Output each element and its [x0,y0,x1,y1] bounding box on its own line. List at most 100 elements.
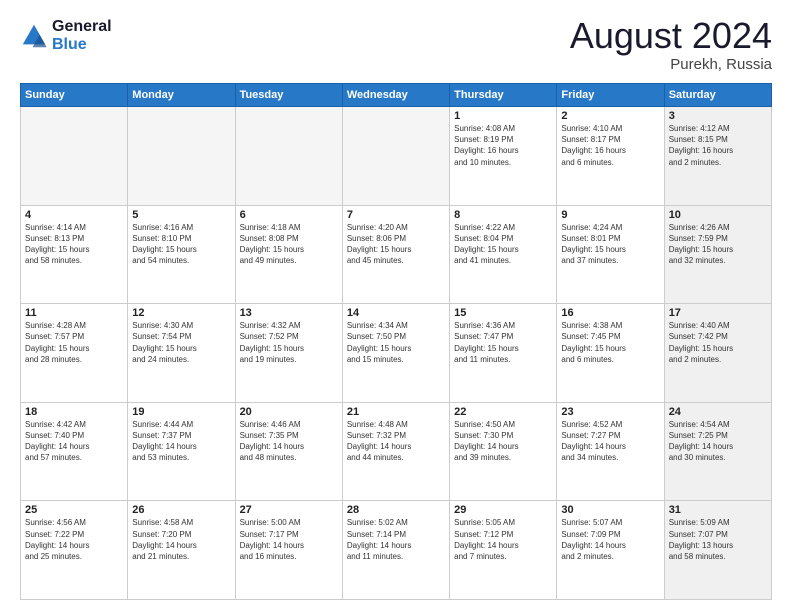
calendar-cell: 5Sunrise: 4:16 AM Sunset: 8:10 PM Daylig… [128,205,235,304]
day-number: 19 [132,406,230,418]
day-number: 9 [561,209,659,221]
day-header-friday: Friday [557,84,664,107]
calendar-cell: 10Sunrise: 4:26 AM Sunset: 7:59 PM Dayli… [664,205,771,304]
week-row-2: 4Sunrise: 4:14 AM Sunset: 8:13 PM Daylig… [21,205,772,304]
day-info: Sunrise: 4:12 AM Sunset: 8:15 PM Dayligh… [669,123,767,168]
calendar-cell: 24Sunrise: 4:54 AM Sunset: 7:25 PM Dayli… [664,402,771,501]
day-number: 16 [561,307,659,319]
calendar-cell: 14Sunrise: 4:34 AM Sunset: 7:50 PM Dayli… [342,304,449,403]
calendar-cell: 3Sunrise: 4:12 AM Sunset: 8:15 PM Daylig… [664,107,771,206]
day-header-tuesday: Tuesday [235,84,342,107]
day-number: 26 [132,504,230,516]
day-info: Sunrise: 4:56 AM Sunset: 7:22 PM Dayligh… [25,517,123,562]
day-number: 27 [240,504,338,516]
day-header-thursday: Thursday [450,84,557,107]
calendar-cell: 25Sunrise: 4:56 AM Sunset: 7:22 PM Dayli… [21,501,128,600]
subtitle: Purekh, Russia [570,56,772,73]
calendar-cell: 9Sunrise: 4:24 AM Sunset: 8:01 PM Daylig… [557,205,664,304]
day-info: Sunrise: 5:09 AM Sunset: 7:07 PM Dayligh… [669,517,767,562]
week-row-3: 11Sunrise: 4:28 AM Sunset: 7:57 PM Dayli… [21,304,772,403]
header: General Blue August 2024 Purekh, Russia [20,18,772,73]
calendar-body: 1Sunrise: 4:08 AM Sunset: 8:19 PM Daylig… [21,107,772,600]
main-title: August 2024 [570,18,772,54]
calendar-cell [235,107,342,206]
calendar-cell: 23Sunrise: 4:52 AM Sunset: 7:27 PM Dayli… [557,402,664,501]
day-info: Sunrise: 4:50 AM Sunset: 7:30 PM Dayligh… [454,419,552,464]
day-number: 7 [347,209,445,221]
day-info: Sunrise: 4:44 AM Sunset: 7:37 PM Dayligh… [132,419,230,464]
calendar-table: SundayMondayTuesdayWednesdayThursdayFrid… [20,83,772,600]
logo-icon [20,22,48,50]
day-number: 13 [240,307,338,319]
day-info: Sunrise: 4:36 AM Sunset: 7:47 PM Dayligh… [454,320,552,365]
calendar-cell: 4Sunrise: 4:14 AM Sunset: 8:13 PM Daylig… [21,205,128,304]
day-number: 12 [132,307,230,319]
day-info: Sunrise: 4:20 AM Sunset: 8:06 PM Dayligh… [347,222,445,267]
day-number: 5 [132,209,230,221]
calendar-cell [21,107,128,206]
day-number: 14 [347,307,445,319]
day-number: 8 [454,209,552,221]
calendar-cell: 20Sunrise: 4:46 AM Sunset: 7:35 PM Dayli… [235,402,342,501]
calendar-cell: 6Sunrise: 4:18 AM Sunset: 8:08 PM Daylig… [235,205,342,304]
calendar-cell: 26Sunrise: 4:58 AM Sunset: 7:20 PM Dayli… [128,501,235,600]
day-number: 22 [454,406,552,418]
day-info: Sunrise: 4:38 AM Sunset: 7:45 PM Dayligh… [561,320,659,365]
calendar-cell [342,107,449,206]
logo-text: General Blue [52,18,112,54]
day-info: Sunrise: 4:10 AM Sunset: 8:17 PM Dayligh… [561,123,659,168]
day-number: 28 [347,504,445,516]
day-info: Sunrise: 5:00 AM Sunset: 7:17 PM Dayligh… [240,517,338,562]
calendar-cell: 11Sunrise: 4:28 AM Sunset: 7:57 PM Dayli… [21,304,128,403]
day-info: Sunrise: 4:58 AM Sunset: 7:20 PM Dayligh… [132,517,230,562]
week-row-5: 25Sunrise: 4:56 AM Sunset: 7:22 PM Dayli… [21,501,772,600]
week-row-4: 18Sunrise: 4:42 AM Sunset: 7:40 PM Dayli… [21,402,772,501]
calendar-cell: 16Sunrise: 4:38 AM Sunset: 7:45 PM Dayli… [557,304,664,403]
day-info: Sunrise: 4:40 AM Sunset: 7:42 PM Dayligh… [669,320,767,365]
calendar-cell: 30Sunrise: 5:07 AM Sunset: 7:09 PM Dayli… [557,501,664,600]
day-number: 6 [240,209,338,221]
day-info: Sunrise: 4:08 AM Sunset: 8:19 PM Dayligh… [454,123,552,168]
calendar-cell: 22Sunrise: 4:50 AM Sunset: 7:30 PM Dayli… [450,402,557,501]
day-number: 3 [669,110,767,122]
day-header-wednesday: Wednesday [342,84,449,107]
day-info: Sunrise: 4:18 AM Sunset: 8:08 PM Dayligh… [240,222,338,267]
day-number: 1 [454,110,552,122]
day-header-saturday: Saturday [664,84,771,107]
calendar-cell: 28Sunrise: 5:02 AM Sunset: 7:14 PM Dayli… [342,501,449,600]
day-info: Sunrise: 4:32 AM Sunset: 7:52 PM Dayligh… [240,320,338,365]
calendar-cell: 21Sunrise: 4:48 AM Sunset: 7:32 PM Dayli… [342,402,449,501]
calendar-cell [128,107,235,206]
calendar-cell: 19Sunrise: 4:44 AM Sunset: 7:37 PM Dayli… [128,402,235,501]
day-number: 18 [25,406,123,418]
calendar-cell: 18Sunrise: 4:42 AM Sunset: 7:40 PM Dayli… [21,402,128,501]
calendar-cell: 17Sunrise: 4:40 AM Sunset: 7:42 PM Dayli… [664,304,771,403]
logo: General Blue [20,18,112,54]
calendar-cell: 1Sunrise: 4:08 AM Sunset: 8:19 PM Daylig… [450,107,557,206]
day-number: 4 [25,209,123,221]
day-info: Sunrise: 4:48 AM Sunset: 7:32 PM Dayligh… [347,419,445,464]
calendar-cell: 2Sunrise: 4:10 AM Sunset: 8:17 PM Daylig… [557,107,664,206]
calendar-cell: 13Sunrise: 4:32 AM Sunset: 7:52 PM Dayli… [235,304,342,403]
day-header-monday: Monday [128,84,235,107]
day-number: 11 [25,307,123,319]
day-info: Sunrise: 4:30 AM Sunset: 7:54 PM Dayligh… [132,320,230,365]
calendar-cell: 7Sunrise: 4:20 AM Sunset: 8:06 PM Daylig… [342,205,449,304]
calendar-cell: 8Sunrise: 4:22 AM Sunset: 8:04 PM Daylig… [450,205,557,304]
day-number: 30 [561,504,659,516]
day-info: Sunrise: 4:24 AM Sunset: 8:01 PM Dayligh… [561,222,659,267]
calendar-cell: 31Sunrise: 5:09 AM Sunset: 7:07 PM Dayli… [664,501,771,600]
day-number: 29 [454,504,552,516]
day-info: Sunrise: 4:54 AM Sunset: 7:25 PM Dayligh… [669,419,767,464]
day-info: Sunrise: 4:26 AM Sunset: 7:59 PM Dayligh… [669,222,767,267]
day-number: 24 [669,406,767,418]
title-block: August 2024 Purekh, Russia [570,18,772,73]
day-info: Sunrise: 4:14 AM Sunset: 8:13 PM Dayligh… [25,222,123,267]
days-header-row: SundayMondayTuesdayWednesdayThursdayFrid… [21,84,772,107]
day-number: 25 [25,504,123,516]
day-number: 23 [561,406,659,418]
calendar-cell: 27Sunrise: 5:00 AM Sunset: 7:17 PM Dayli… [235,501,342,600]
calendar-cell: 15Sunrise: 4:36 AM Sunset: 7:47 PM Dayli… [450,304,557,403]
day-number: 31 [669,504,767,516]
day-info: Sunrise: 5:05 AM Sunset: 7:12 PM Dayligh… [454,517,552,562]
